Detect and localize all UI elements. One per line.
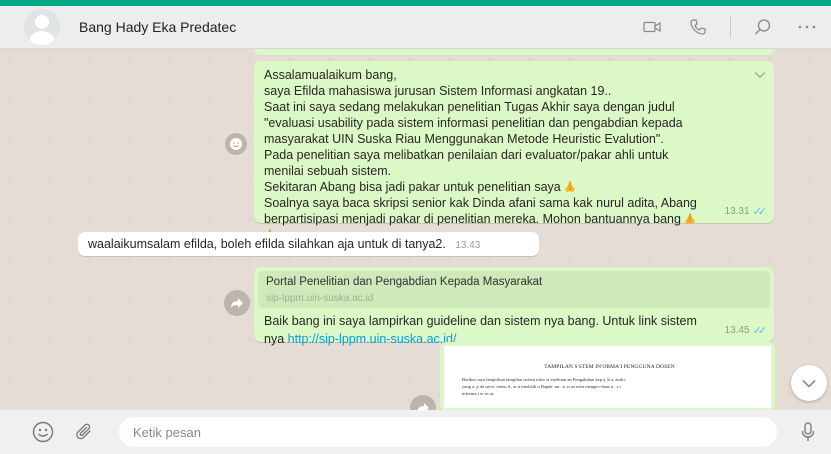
document-preview[interactable]: TAMPILAN S'STEM IN'ORMA'I PENGGUNA DOSEN… <box>444 346 771 408</box>
search-icon[interactable] <box>751 15 775 39</box>
message-line: "evaluasi usability pada sistem informas… <box>264 116 683 130</box>
message-outgoing-link[interactable]: Portal Penelitian dan Pengabdian Kepada … <box>254 267 774 346</box>
message-line: saya Efilda mahasiswa jurusan Sistem Inf… <box>264 84 612 98</box>
document-line: informa.i te se.ut. <box>462 390 495 396</box>
link-preview[interactable]: Portal Penelitian dan Pengabdian Kepada … <box>258 271 770 308</box>
message-line-text: nya <box>264 331 288 346</box>
forward-icon[interactable] <box>224 290 250 316</box>
previous-message-edge <box>254 49 774 55</box>
message-line: menilai sebuah sistem. <box>264 164 392 178</box>
header-actions <box>640 15 819 39</box>
message-line: Pada penelitian saya melibatkan penilaia… <box>264 148 669 162</box>
document-title: TAMPILAN S'STEM IN'ORMA'I PENGGUNA DOSEN <box>544 364 675 370</box>
message-time: 13.43 <box>455 240 481 251</box>
message-link[interactable]: http://sip-lppm.uin-suska.ac.id/ <box>288 332 457 346</box>
message-meta: 13.45 ✓✓ <box>724 324 768 338</box>
message-meta: 13.31 ✓✓ <box>724 205 768 219</box>
message-line: masyarakat UIN Suska Riau Menggunakan Me… <box>264 132 664 146</box>
message-time: 13.45 <box>724 324 750 336</box>
document-line: Berikut saya lampirkan tampilan sistem i… <box>462 377 626 383</box>
emoji-reaction-icon[interactable] <box>225 133 247 155</box>
message-text: waalaikumsalam efilda, boleh efilda sila… <box>88 237 446 251</box>
folded-hands-emoji-icon <box>565 181 576 192</box>
document-text: Berikut saya lampirkan tampilan sistem i… <box>462 377 757 398</box>
message-time: 13.31 <box>724 205 750 217</box>
message-composer <box>0 410 831 454</box>
message-line-text: berpartisipasi menjadi pakar di peneliti… <box>264 212 681 226</box>
header-divider <box>730 16 731 38</box>
message-line-with-emoji: berpartisipasi menjadi pakar di peneliti… <box>264 211 764 227</box>
microphone-icon[interactable] <box>794 418 822 446</box>
message-line: Soalnya saya baca skripsi senior kak Din… <box>264 196 697 210</box>
message-line-text: Sekitaran Abang bisa jadi pakar untuk pe… <box>264 180 561 194</box>
message-outgoing-document[interactable]: TAMPILAN S'STEM IN'ORMA'I PENGGUNA DOSEN… <box>440 342 775 410</box>
read-ticks-icon: ✓✓ <box>752 324 768 337</box>
read-ticks-icon: ✓✓ <box>752 205 768 218</box>
attach-icon[interactable] <box>71 418 99 446</box>
message-line: Saat ini saya sedang melakukan penelitia… <box>264 100 675 114</box>
avatar[interactable] <box>24 9 60 45</box>
emoji-icon[interactable] <box>29 418 57 446</box>
chat-header: Bang Hady Eka Predatec <box>0 6 831 49</box>
video-call-icon[interactable] <box>640 15 664 39</box>
more-icon[interactable] <box>795 15 819 39</box>
chat-area[interactable]: Assalamualaikum bang, saya Efilda mahasi… <box>0 49 831 410</box>
document-line: yang a. p da setor .ereen A, ar n tmelal… <box>462 383 621 389</box>
link-preview-title: Portal Penelitian dan Pengabdian Kepada … <box>266 276 543 288</box>
message-line-with-emoji: Sekitaran Abang bisa jadi pakar untuk pe… <box>264 179 764 195</box>
link-preview-url: sip-lppm.uin-suska.ac.id <box>266 292 374 304</box>
voice-call-icon[interactable] <box>686 15 710 39</box>
message-input[interactable] <box>119 417 777 447</box>
chevron-down-icon[interactable] <box>754 67 766 83</box>
folded-hands-emoji-icon <box>685 213 696 224</box>
message-outgoing[interactable]: Assalamualaikum bang, saya Efilda mahasi… <box>254 61 774 240</box>
scroll-down-button[interactable] <box>791 365 827 401</box>
message-line: Assalamualaikum bang, <box>264 68 397 82</box>
message-incoming[interactable]: waalaikumsalam efilda, boleh efilda sila… <box>78 232 539 256</box>
message-line: Baik bang ini saya lampirkan guideline d… <box>264 314 697 328</box>
contact-name[interactable]: Bang Hady Eka Predatec <box>79 19 236 35</box>
